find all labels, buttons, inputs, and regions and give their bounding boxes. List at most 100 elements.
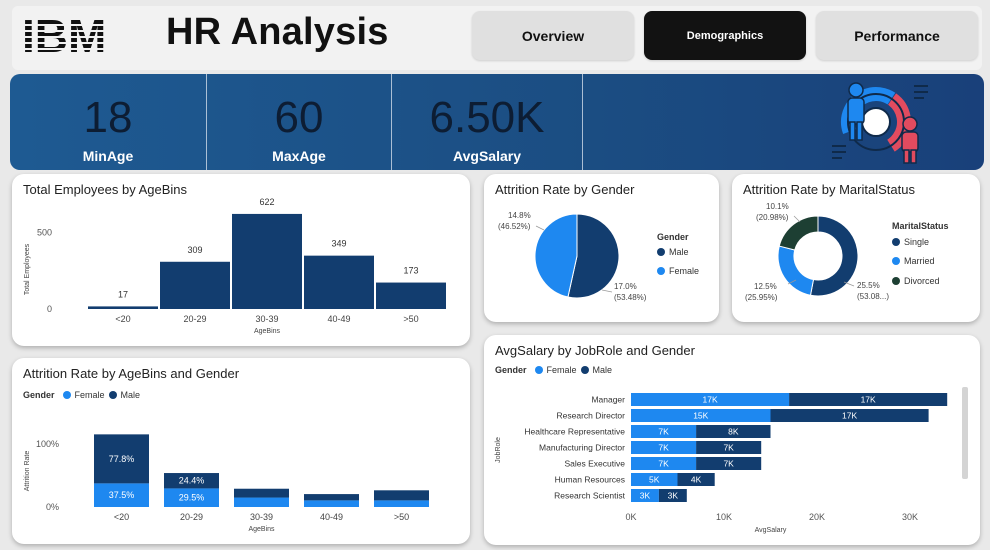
- attrition-by-marital-chart: 25.5% (53.08...) 12.5% (25.95%) 10.1% (20.98%…: [745, 202, 889, 302]
- nav-demographics-button[interactable]: Demographics: [644, 11, 806, 60]
- bar-male: [304, 494, 359, 501]
- x-axis-title: AgeBins: [254, 328, 281, 335]
- attrition-by-marital-card: Attrition Rate by MaritalStatus 25.5% (53…: [732, 174, 980, 322]
- kpi-max-age-label: MaxAge: [272, 148, 326, 164]
- x-tick-label: 20-29: [180, 512, 203, 522]
- bar-male: [374, 490, 429, 501]
- data-label: (46.52%): [498, 222, 531, 231]
- data-label: 5K: [649, 475, 660, 485]
- data-label: (53.08...): [857, 292, 889, 301]
- y-axis-title: Attrition Rate: [24, 451, 31, 492]
- ibm-logo: IBM: [22, 10, 134, 62]
- leader-line: [793, 215, 801, 223]
- data-label: 309: [187, 245, 202, 255]
- data-label: 7K: [723, 443, 734, 453]
- kpi-min-age-label: MinAge: [82, 148, 134, 164]
- data-label: 24.4%: [179, 476, 205, 486]
- kpi-max-age: 60 MaxAge: [207, 74, 391, 170]
- data-label: 77.8%: [109, 454, 135, 464]
- attrition-by-gender-card: Attrition Rate by Gender 17.0% (53.48%) 14…: [484, 174, 719, 322]
- data-label: 7K: [658, 459, 669, 469]
- kpi-avg-salary: 6.50K AvgSalary: [392, 74, 582, 170]
- avgsalary-by-jobrole-card: AvgSalary by JobRole and Gender Gender F…: [484, 335, 980, 545]
- nav-performance-button[interactable]: Performance: [816, 11, 978, 60]
- legend-marker: [892, 238, 900, 246]
- data-label: 622: [259, 197, 274, 207]
- bar-male: [234, 488, 289, 498]
- y-tick-label: Sales Executive: [565, 459, 626, 469]
- legend-marker: [657, 267, 665, 275]
- legend-title: Gender: [657, 232, 689, 242]
- legend-item-male[interactable]: Male: [657, 247, 689, 257]
- y-tick-label: 0: [47, 304, 52, 314]
- page-title: HR Analysis: [166, 11, 389, 53]
- data-label: 25.5%: [857, 281, 880, 290]
- data-label: 8K: [728, 427, 739, 437]
- data-label: 17: [118, 289, 128, 299]
- attrition-by-agebins-gender-card: Attrition Rate by AgeBins and Gender Gen…: [12, 358, 470, 544]
- kpi-min-age: 18 MinAge: [10, 74, 206, 170]
- employees-by-agebins-chart: 0 500 Total Employees 17 <20 309 20-29 622 30-39…: [24, 197, 446, 335]
- bar: [160, 261, 230, 309]
- bar-female: [234, 497, 289, 507]
- bar: [376, 282, 446, 309]
- employees-by-agebins-card: Total Employees by AgeBins 0 500 Total Emp…: [12, 174, 470, 346]
- data-label: 17K: [842, 411, 857, 421]
- x-tick-label: 40-49: [327, 314, 350, 324]
- x-tick-label: 30-39: [255, 314, 278, 324]
- leader-line: [535, 225, 545, 231]
- data-label: 7K: [658, 443, 669, 453]
- y-tick-label: 0%: [46, 502, 59, 512]
- bar-female: [374, 500, 429, 507]
- data-label: 10.1%: [766, 202, 789, 211]
- x-tick-label: 30K: [902, 512, 918, 522]
- kpi-avg-salary-label: AvgSalary: [453, 148, 521, 164]
- y-tick-label: Human Resources: [555, 475, 625, 485]
- y-tick-label: 100%: [36, 439, 59, 449]
- donut-slice: [777, 245, 815, 296]
- vertical-scrollbar[interactable]: [962, 387, 968, 479]
- data-label: 12.5%: [754, 282, 777, 291]
- data-label: (53.48%): [614, 293, 647, 302]
- avgsalary-by-jobrole-chart: Manager 17K 17K Research Director 15K 17K Heal…: [495, 393, 948, 534]
- legend-item-divorced[interactable]: Divorced: [892, 276, 940, 286]
- data-label: 349: [331, 239, 346, 249]
- legend-title: MaritalStatus: [892, 221, 949, 231]
- x-tick-label: 20K: [809, 512, 825, 522]
- nav-overview-button[interactable]: Overview: [472, 11, 634, 60]
- leader-line: [601, 289, 613, 293]
- data-label: 17K: [861, 395, 876, 405]
- bar: [88, 306, 158, 309]
- kpi-avg-salary-value: 6.50K: [429, 93, 545, 142]
- legend-marker: [657, 248, 665, 256]
- data-label: 37.5%: [109, 490, 135, 500]
- x-tick-label: <20: [115, 314, 130, 324]
- y-tick-label: 500: [37, 228, 52, 238]
- kpi-max-age-value: 60: [274, 93, 324, 142]
- x-tick-label: 20-29: [183, 314, 206, 324]
- data-label: (25.95%): [745, 293, 778, 302]
- legend-item-single[interactable]: Single: [892, 237, 929, 247]
- legend-item-married[interactable]: Married: [892, 256, 935, 266]
- x-tick-label: 30-39: [250, 512, 273, 522]
- kpi-band: 18 MinAge 60 MaxAge 6.50K AvgSalary: [10, 74, 984, 170]
- x-tick-label: 0K: [625, 512, 636, 522]
- data-label: 17K: [702, 395, 717, 405]
- legend-marker: [892, 257, 900, 265]
- legend-item-female[interactable]: Female: [657, 266, 699, 276]
- attrition-by-agebins-gender-chart: 0% 100% Attrition Rate 37.5% 77.8% <20 29.5% 24…: [24, 434, 429, 533]
- x-tick-label: 10K: [716, 512, 732, 522]
- x-tick-label: <20: [114, 512, 129, 522]
- kpi-min-age-value: 18: [83, 93, 133, 142]
- legend-marker: [892, 277, 900, 285]
- y-tick-label: Manufacturing Director: [539, 443, 625, 453]
- bar: [232, 213, 302, 309]
- x-axis-title: AvgSalary: [755, 527, 787, 534]
- x-axis-title: AgeBins: [248, 526, 275, 533]
- x-tick-label: >50: [403, 314, 418, 324]
- y-tick-label: Research Director: [557, 411, 626, 421]
- data-label: 3K: [668, 491, 679, 501]
- data-label: 7K: [658, 427, 669, 437]
- y-tick-label: Manager: [591, 395, 625, 405]
- y-axis-title: Total Employees: [24, 243, 31, 295]
